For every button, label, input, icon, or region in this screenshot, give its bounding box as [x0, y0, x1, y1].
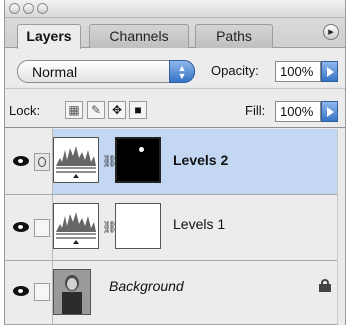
select-arrows-icon: ▲ ▼: [169, 60, 195, 83]
fill-slider-button[interactable]: [321, 101, 338, 122]
eye-icon[interactable]: [13, 156, 29, 166]
tab-channels[interactable]: Channels: [89, 24, 189, 48]
blend-mode-value: Normal: [32, 64, 78, 80]
tab-paths[interactable]: Paths: [195, 24, 273, 48]
move-icon[interactable]: ✥: [108, 101, 126, 119]
eye-icon[interactable]: [13, 222, 29, 232]
layer-row-levels-2[interactable]: ⛓ Levels 2: [5, 129, 345, 195]
tab-label: Layers: [26, 28, 72, 44]
photo-thumbnail[interactable]: [53, 269, 91, 315]
opacity-label: Opacity:: [211, 63, 259, 78]
adjustment-thumbnail[interactable]: [53, 203, 99, 249]
layers-scrollbar[interactable]: [337, 129, 345, 325]
panel-menu-icon[interactable]: ▸: [323, 24, 339, 40]
close-button[interactable]: [9, 3, 20, 14]
lock-label: Lock:: [9, 103, 41, 118]
layers-panel: Layers Channels Paths ▸ Normal ▲ ▼ Opacit…: [4, 0, 346, 325]
histogram-icon: [56, 146, 96, 178]
minimize-button[interactable]: [23, 3, 34, 14]
lock-icon: [319, 279, 331, 292]
opacity-field[interactable]: 100%: [275, 61, 321, 82]
layer-row-levels-1[interactable]: ⛓ Levels 1: [5, 195, 345, 261]
opacity-value: 100%: [280, 64, 314, 79]
fill-field[interactable]: 100%: [275, 101, 321, 122]
eye-icon[interactable]: [13, 286, 29, 296]
chain-link-icon[interactable]: ⛓: [102, 154, 117, 168]
zoom-button[interactable]: [37, 3, 48, 14]
adjustment-thumbnail[interactable]: [53, 137, 99, 183]
layer-mask-link-icon[interactable]: [34, 219, 50, 237]
lock-icon[interactable]: ■: [129, 101, 147, 119]
tab-layers[interactable]: Layers: [17, 24, 81, 49]
histogram-icon: [56, 212, 96, 244]
brush-icon[interactable]: ✎: [87, 101, 105, 119]
layer-mask-link-icon[interactable]: [34, 153, 50, 171]
portrait-icon: [54, 270, 90, 314]
tab-label: Paths: [216, 28, 252, 44]
layer-mask-thumbnail[interactable]: [115, 137, 161, 183]
opacity-slider-button[interactable]: [321, 61, 338, 82]
blend-mode-select[interactable]: Normal ▲ ▼: [17, 60, 195, 83]
layer-mask-link-icon[interactable]: [34, 283, 50, 301]
tab-label: Channels: [109, 28, 169, 44]
panel-tabs: Layers Channels Paths ▸: [5, 18, 345, 49]
fill-value: 100%: [280, 104, 314, 119]
transparency-icon[interactable]: ▦: [65, 101, 83, 119]
chain-link-icon[interactable]: ⛓: [102, 220, 117, 234]
panel-titlebar: [5, 0, 345, 18]
layer-mask-thumbnail[interactable]: [115, 203, 161, 249]
fill-label: Fill:: [245, 103, 266, 118]
layer-name[interactable]: Levels 2: [173, 152, 228, 168]
layer-row-background[interactable]: Background: [5, 261, 345, 325]
layer-name[interactable]: Background: [109, 278, 184, 294]
layer-name[interactable]: Levels 1: [173, 216, 225, 232]
